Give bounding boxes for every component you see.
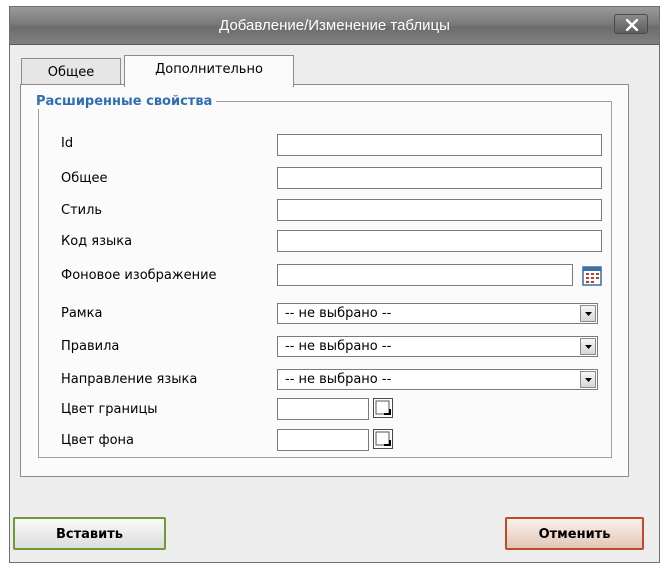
border-color-label: Цвет границы (61, 402, 158, 417)
color-picker-icon (375, 400, 391, 415)
tab-general[interactable]: Общее (21, 58, 121, 86)
lang-dir-dropdown-button[interactable] (580, 371, 596, 388)
background-image-input[interactable] (277, 264, 573, 286)
style-input[interactable] (277, 199, 602, 221)
lang-dir-label: Направление языка (61, 372, 198, 387)
dialog-titlebar[interactable]: Добавление/Изменение таблицы (10, 7, 659, 45)
general-input[interactable] (277, 167, 602, 189)
background-color-picker[interactable] (373, 429, 393, 449)
frame-label: Рамка (61, 306, 103, 321)
border-color-picker[interactable] (373, 398, 393, 418)
id-input[interactable] (277, 134, 602, 156)
lang-code-label: Код языка (61, 234, 133, 249)
close-icon (626, 19, 638, 31)
background-color-input[interactable] (277, 429, 369, 451)
browse-button[interactable] (582, 266, 602, 286)
lang-dir-select-value: -- не выбрано -- (285, 372, 392, 387)
style-label: Стиль (61, 203, 103, 218)
dialog-title: Добавление/Изменение таблицы (219, 17, 450, 34)
id-label: Id (61, 136, 74, 151)
rules-label: Правила (61, 339, 120, 354)
insert-button-label: Вставить (55, 527, 123, 542)
chevron-down-icon (585, 345, 592, 349)
chevron-down-icon (585, 378, 592, 382)
background-image-label: Фоновое изображение (61, 268, 217, 283)
frame-dropdown-button[interactable] (580, 305, 596, 322)
rules-dropdown-button[interactable] (580, 338, 596, 355)
background-color-label: Цвет фона (61, 433, 134, 448)
browse-icon (582, 266, 602, 286)
general-label: Общее (61, 171, 108, 186)
advanced-properties-legend: Расширенные свойства (32, 94, 217, 109)
frame-select-value: -- не выбрано -- (285, 306, 392, 321)
cancel-button[interactable]: Отменить (505, 517, 644, 550)
rules-select-value: -- не выбрано -- (285, 339, 392, 354)
tab-advanced[interactable]: Дополнительно (124, 55, 294, 87)
tab-general-label: Общее (47, 65, 95, 80)
chevron-down-icon (585, 312, 592, 316)
frame-select[interactable]: -- не выбрано -- (277, 303, 598, 324)
rules-select[interactable]: -- не выбрано -- (277, 336, 598, 357)
cancel-button-label: Отменить (538, 527, 611, 542)
insert-button[interactable]: Вставить (13, 517, 166, 550)
tab-advanced-label: Дополнительно (155, 62, 263, 77)
border-color-input[interactable] (277, 398, 369, 420)
lang-dir-select[interactable]: -- не выбрано -- (277, 369, 598, 390)
color-picker-icon (375, 431, 391, 446)
lang-code-input[interactable] (277, 230, 602, 252)
close-button[interactable] (614, 14, 648, 34)
